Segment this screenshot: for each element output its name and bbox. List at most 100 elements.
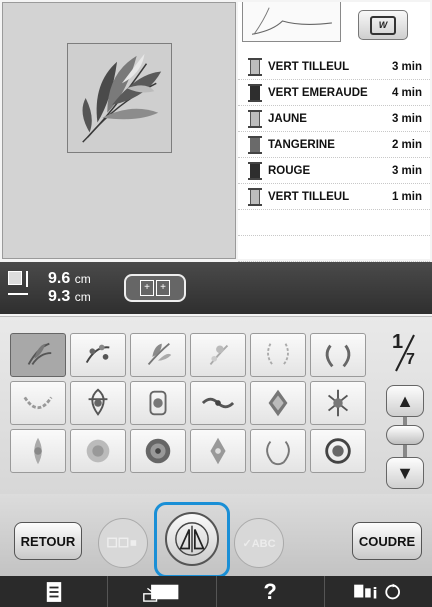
thread-color-row: VERT TILLEUL 3 min [238,54,430,80]
tab-settings[interactable]: i [325,576,432,607]
pattern-thumbnail[interactable] [70,381,126,425]
page-scroller: ▲ ▼ [386,385,424,491]
embroidery-pattern-image [23,396,53,410]
thread-sew-time: 3 min [391,164,422,177]
spool-icon [248,83,262,102]
stitch-preview-thumbnail [242,2,341,42]
back-button[interactable]: RETOUR [14,522,82,560]
embroidery-pattern-image [88,388,108,416]
abc-icon: ✓ABC [242,537,275,550]
design-size-readout: 9.6 cm 9.3 cm [48,270,91,306]
design-bounding-box [67,43,172,153]
text-mode-label: ABC [251,537,276,550]
size-dimension-icon [8,271,34,303]
tab-help[interactable]: ? [217,576,325,607]
scroll-thumb[interactable] [386,425,424,445]
thread-sew-time: 4 min [391,86,422,99]
embroidery-frame-icon [143,584,179,602]
thread-color-name: VERT EMERAUDE [268,86,368,99]
pattern-thumbnail[interactable] [190,429,246,473]
list-icon [46,581,61,602]
thread-color-row: ROUGE 3 min [238,158,430,184]
multi-select-button [98,518,148,568]
embroidery-pattern-image [147,342,172,366]
action-bar: RETOUR ✓ABC COUDRE [0,494,432,578]
spool-icon [248,135,262,154]
embroidery-pattern-image [268,389,288,417]
thread-color-name: VERT TILLEUL [268,60,350,73]
thread-color-row: VERT EMERAUDE 4 min [238,80,430,106]
embroidery-pattern-image [201,397,235,409]
embroidery-pattern-image [209,344,229,366]
leaf-design-image [82,53,162,143]
settings-help-icons: i [354,583,401,602]
empty-list-row [238,210,430,236]
page-indicator: 1 7 [382,331,422,375]
thread-color-name: VERT TILLEUL [268,190,350,203]
page-separator [395,334,415,372]
embroidery-pattern-image [85,344,110,364]
embroidery-pattern-image [266,440,290,466]
sew-button[interactable]: COUDRE [352,522,422,560]
pattern-thumbnail[interactable] [70,333,126,377]
pattern-thumbnail[interactable] [250,333,306,377]
scroll-down-button[interactable]: ▼ [386,457,424,489]
thread-color-row: VERT TILLEUL 1 min [238,184,430,210]
design-size-bar: 9.6 cm 9.3 cm + + [0,262,432,314]
thread-sew-time: 1 min [391,190,422,203]
svg-text:i: i [373,585,378,602]
check-icon: ✓ [242,537,252,550]
pattern-thumbnail[interactable] [310,381,366,425]
height-unit: cm [74,272,91,286]
pattern-thumbnail[interactable] [250,429,306,473]
embroidery-pattern-image [27,342,52,365]
embroidery-pattern-image [325,344,351,368]
bottom-tab-bar: ? i [0,576,432,607]
pattern-thumbnail[interactable] [130,381,186,425]
pattern-selection-area: 1 7 ▲ ▼ [0,316,432,494]
pattern-thumbnail[interactable] [190,381,246,425]
pattern-thumbnail[interactable] [130,333,186,377]
stitch-line-image [251,7,332,35]
embroidery-pattern-image [327,389,349,417]
pattern-thumbnail[interactable] [10,333,66,377]
height-value: 9.6 [48,270,71,287]
pattern-thumbnail[interactable] [250,381,306,425]
embroidery-pattern-image [267,343,289,366]
spool-icon [248,57,262,76]
tab-embroidery-frame[interactable] [108,576,217,607]
spool-icon [248,187,262,206]
thread-sew-time: 3 min [391,60,422,73]
thread-color-row: TANGERINE 2 min [238,132,430,158]
total-pages: 7 [406,351,415,368]
embroidery-pattern-image [145,438,171,464]
pattern-thumbnail[interactable] [310,429,366,473]
design-preview [2,2,236,259]
tab-list[interactable] [0,576,109,607]
pattern-thumbnail[interactable] [130,429,186,473]
frame-view-button[interactable]: W [358,10,408,40]
help-label: ? [263,578,277,604]
thread-sew-time: 3 min [391,112,422,125]
embroidery-pattern-image [149,390,167,416]
thread-color-list: VERT TILLEUL 3 min VERT EMERAUDE 4 min J… [238,54,430,262]
pattern-thumbnail[interactable] [310,333,366,377]
pattern-thumbnail[interactable] [70,429,126,473]
thread-color-name: JAUNE [268,112,307,125]
embroidery-pattern-image [34,437,42,465]
pattern-thumbnail[interactable] [10,429,66,473]
spool-icon [248,161,262,180]
frame-view-icon: W [370,15,396,35]
embroidery-pattern-image [325,438,351,464]
hoop-size-icon: + + [124,274,186,302]
pattern-thumbnail[interactable] [10,381,66,425]
thread-color-panel: W VERT TILLEUL 3 min VERT EMERAUDE 4 min… [238,2,430,262]
mirror-image-button[interactable] [165,512,219,566]
text-mode-button: ✓ABC [234,518,284,568]
scroll-up-button[interactable]: ▲ [386,385,424,417]
empty-list-row [238,236,430,262]
embroidery-selection-screen: W VERT TILLEUL 3 min VERT EMERAUDE 4 min… [0,0,432,607]
pattern-thumbnail[interactable] [190,333,246,377]
thread-color-row: JAUNE 3 min [238,106,430,132]
thread-color-name: ROUGE [268,164,311,177]
